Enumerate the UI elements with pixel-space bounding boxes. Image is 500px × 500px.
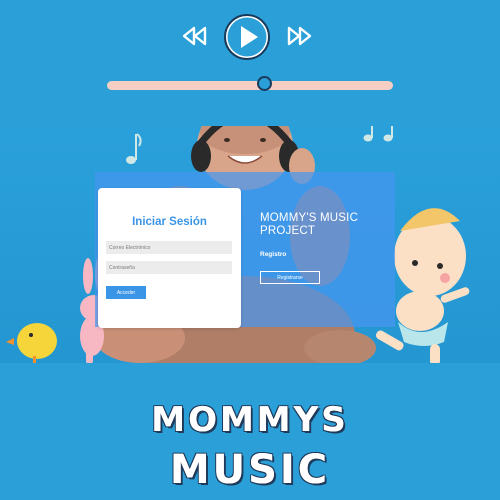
register-label: Registro xyxy=(260,251,287,258)
rewind-icon[interactable] xyxy=(181,25,207,47)
music-player xyxy=(0,0,500,126)
brand-title: MOMMYS MUSIC xyxy=(0,363,500,500)
project-title: MOMMY'S MUSIC PROJECT xyxy=(260,212,359,237)
password-field[interactable] xyxy=(106,261,232,274)
chick-illustration xyxy=(6,323,57,363)
login-card: Iniciar Sesión Acceder xyxy=(98,188,241,328)
brand-title-line2: MUSIC xyxy=(169,447,331,493)
fast-forward-icon[interactable] xyxy=(287,25,313,47)
email-field[interactable] xyxy=(106,241,232,254)
play-button[interactable] xyxy=(223,13,271,61)
seek-bar[interactable] xyxy=(107,81,393,90)
hero-banner: Iniciar Sesión Acceder MOMMY'S MUSIC PRO… xyxy=(0,126,500,363)
register-button[interactable]: Registrarse xyxy=(260,271,320,284)
seek-handle[interactable] xyxy=(256,76,272,91)
login-button[interactable]: Acceder xyxy=(106,286,146,299)
brand-title-line1: MOMMYS xyxy=(151,400,349,440)
login-title: Iniciar Sesión xyxy=(132,216,207,228)
